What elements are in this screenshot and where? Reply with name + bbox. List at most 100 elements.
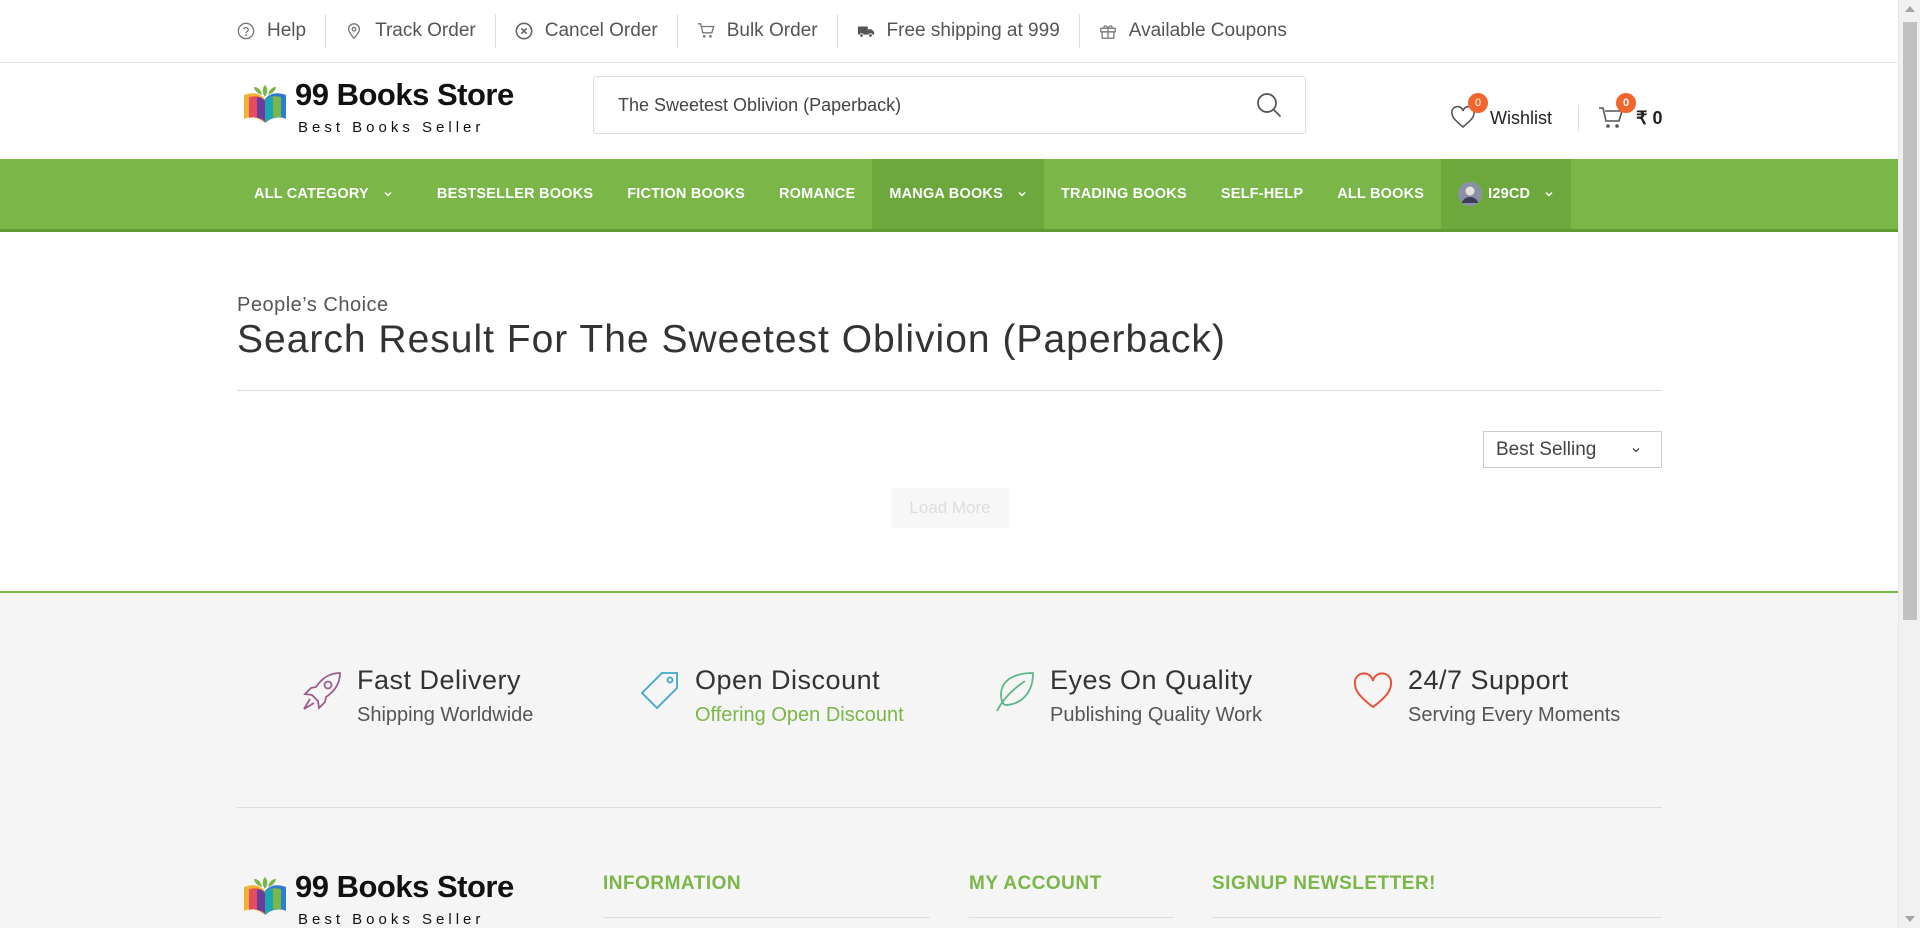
feature-subtitle: Shipping Worldwide [357,704,534,726]
cart-total: ₹ 0 [1636,107,1663,128]
feature-title: 24/7 Support [1408,665,1569,695]
search-box [593,76,1306,134]
load-more-button[interactable]: Load More [891,488,1009,528]
help-label: Help [267,20,307,41]
nav-item-fiction-books[interactable]: FICTION BOOKS [610,159,762,229]
user-name: I29CD [1488,186,1531,202]
nav-item-romance[interactable]: ROMANCE [762,159,872,229]
feature-title: Open Discount [695,665,881,695]
wishlist-count-badge: 0 [1468,93,1488,113]
footer-col-title: INFORMATION [603,873,742,894]
footer-col-newsletter: SIGNUP NEWSLETTER! [1212,873,1662,918]
top-links: Help Track Order Cancel Order Bulk Order… [237,0,1306,62]
section-kicker: People’s Choice [237,294,389,316]
feature-subtitle: Publishing Quality Work [1050,704,1262,726]
feature-open-discount: Open Discount Offering Open Discount [638,665,904,727]
feature-eyes-on-quality: Eyes On Quality Publishing Quality Work [993,665,1262,727]
nav-item-trading-books[interactable]: TRADING BOOKS [1044,159,1204,229]
cancel-order-link[interactable]: Cancel Order [496,14,678,48]
footer-logo-tagline: Best Books Seller [298,911,485,928]
rocket-icon [303,672,341,710]
chevron-down-icon [1545,192,1553,197]
page-title: Search Result For The Sweetest Oblivion … [237,318,1226,361]
nav-label: ALL CATEGORY [254,186,369,202]
book-logo-icon [244,85,286,123]
help-link[interactable]: Help [237,14,327,48]
footer-divider [237,807,1662,808]
scroll-down-arrow[interactable] [1905,916,1915,922]
wishlist-link[interactable]: 0 Wishlist [1450,93,1552,131]
site-logo[interactable]: 99 Books Store Best Books Seller [240,75,514,139]
chevron-down-icon [1632,448,1640,453]
free-shipping-label: Free shipping at 999 [886,20,1060,41]
truck-icon [857,22,875,40]
nav-label: ROMANCE [779,186,856,202]
heart-icon [1353,672,1393,709]
scrollbar-thumb[interactable] [1903,22,1917,620]
available-coupons-label: Available Coupons [1128,20,1287,41]
feature-subtitle: Offering Open Discount [695,704,904,726]
avatar [1458,182,1483,206]
cart-link[interactable]: 0 ₹ 0 [1598,93,1663,131]
nav-item-all-category[interactable]: ALL CATEGORY [237,159,410,229]
main-nav: ALL CATEGORY BESTSELLER BOOKS FICTION BO… [0,159,1898,232]
gift-icon [1099,22,1117,40]
wishlist-heart-icon: 0 [1450,93,1488,131]
wishlist-label: Wishlist [1490,107,1552,128]
feature-title: Fast Delivery [357,665,522,695]
available-coupons-link[interactable]: Available Coupons [1080,14,1306,48]
footer-col-underline [969,917,1174,918]
cart-icon [697,22,715,40]
map-pin-icon [345,22,363,40]
feature-support: 24/7 Support Serving Every Moments [1351,665,1620,727]
book-logo-icon [244,877,286,915]
nav-label: MANGA BOOKS [889,186,1003,202]
scrollbar[interactable] [1898,0,1920,928]
top-bar: Help Track Order Cancel Order Bulk Order… [0,0,1898,63]
track-order-link[interactable]: Track Order [326,14,496,48]
feature-subtitle: Serving Every Moments [1408,704,1621,726]
footer-logo[interactable]: 99 Books Store Best Books Seller [240,867,514,928]
nav-label: BESTSELLER BOOKS [436,186,594,202]
track-order-label: Track Order [375,20,476,41]
free-shipping-link[interactable]: Free shipping at 999 [838,14,1080,48]
nav-label: TRADING BOOKS [1060,186,1187,202]
feature-title: Eyes On Quality [1050,665,1253,695]
nav-item-self-help[interactable]: SELF-HELP [1204,159,1320,229]
cart-icon: 0 [1598,93,1636,131]
header-divider [1578,105,1579,131]
footer-col-title: SIGNUP NEWSLETTER! [1212,873,1436,894]
leaf-icon [996,672,1034,712]
nav-label: ALL BOOKS [1337,186,1425,202]
title-divider [237,390,1662,391]
search-icon[interactable] [1255,91,1283,119]
bulk-order-label: Bulk Order [726,20,818,41]
search-input[interactable] [618,77,1218,133]
help-circle-icon [237,22,255,40]
footer-col-title: MY ACCOUNT [969,873,1102,894]
nav-item-manga-books[interactable]: MANGA BOOKS [872,159,1044,229]
nav-item-bestseller-books[interactable]: BESTSELLER BOOKS [410,159,610,229]
chevron-down-icon [1018,192,1026,197]
footer-logo-name: 99 Books Store [295,869,514,904]
logo-tagline: Best Books Seller [298,119,485,136]
header: 99 Books Store Best Books Seller 0 Wishl… [0,63,1898,159]
chevron-down-icon [384,192,392,197]
cancel-circle-icon [515,22,533,40]
footer: Fast Delivery Shipping Worldwide Open Di… [0,591,1898,928]
bulk-order-link[interactable]: Bulk Order [678,14,838,48]
cart-count-badge: 0 [1616,93,1636,113]
logo-name: 99 Books Store [295,77,514,112]
nav-item-user-account[interactable]: I29CD [1441,159,1572,229]
footer-col-information: INFORMATION [603,873,930,918]
nav-label: FICTION BOOKS [627,186,745,202]
nav-item-all-books[interactable]: ALL BOOKS [1320,159,1441,229]
footer-col-underline [603,917,930,918]
footer-col-underline [1212,917,1662,918]
scroll-up-arrow[interactable] [1905,6,1915,12]
sort-select[interactable]: Best Selling [1483,431,1662,468]
tag-icon [640,672,678,710]
cancel-order-label: Cancel Order [544,20,658,41]
footer-col-my-account: MY ACCOUNT [969,873,1174,918]
sort-value: Best Selling [1496,438,1597,460]
